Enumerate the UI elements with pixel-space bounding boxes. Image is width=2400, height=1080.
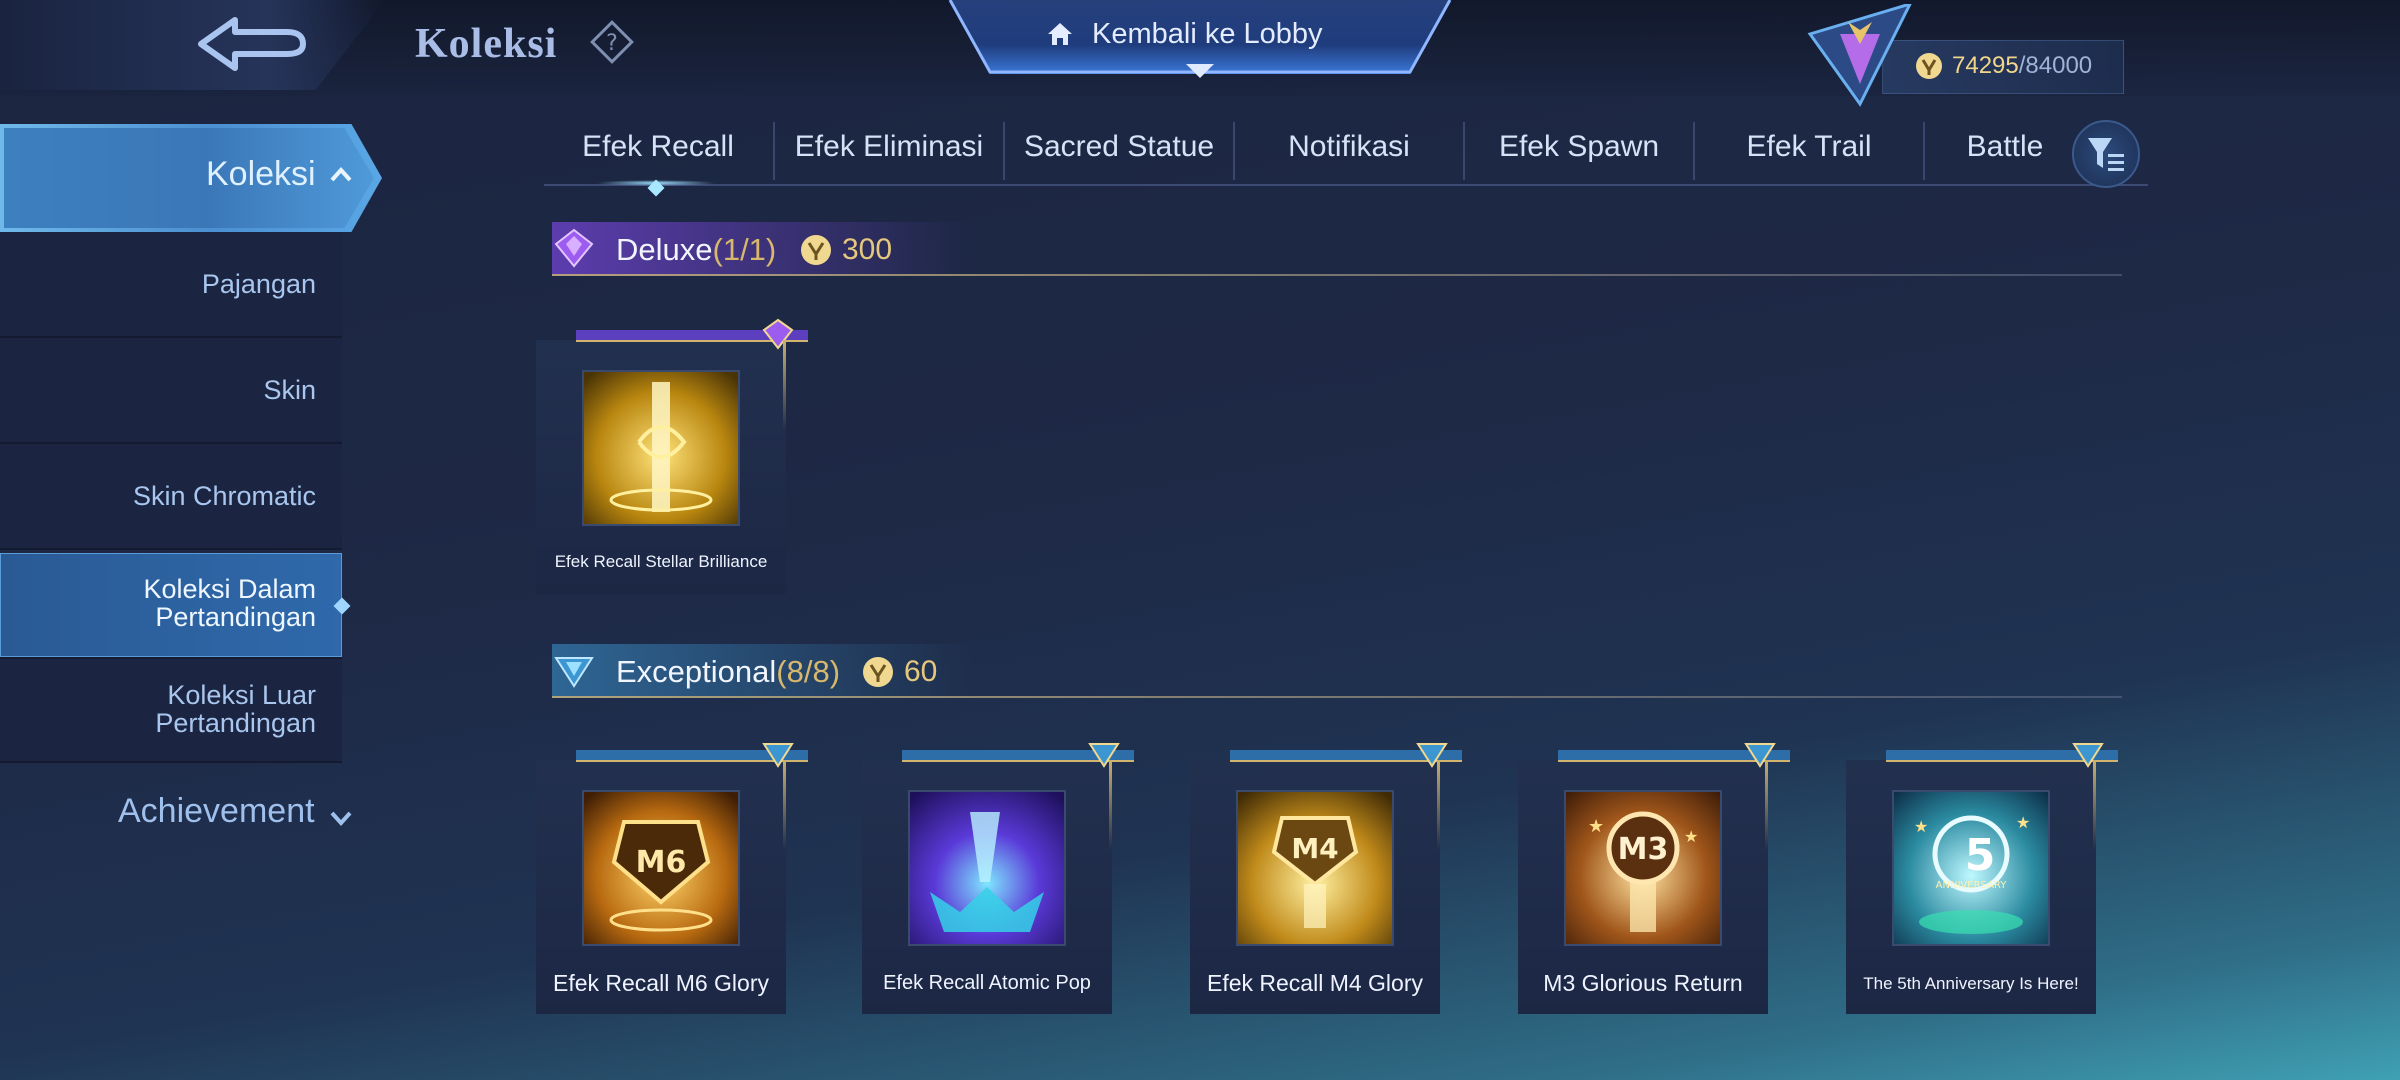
section-header-deluxe: Deluxe(1/1) 300 [552, 222, 2122, 276]
card-edge [1765, 760, 1768, 850]
item-thumbnail: 5 ANNIVERSARY ★ ★ [1892, 790, 2050, 946]
tab-battle[interactable]: Battle [1925, 118, 2085, 186]
sidebar-item-skin[interactable]: Skin [0, 338, 342, 444]
section-title: Exceptional(8/8) [616, 654, 841, 689]
tab-sacred-statue[interactable]: Sacred Statue [1005, 118, 1233, 186]
exceptional-gem-icon [1088, 743, 1120, 768]
collection-card[interactable]: 5 ANNIVERSARY ★ ★ The 5th Anniversary Is… [1846, 743, 2118, 1014]
exceptional-gem-icon [554, 657, 594, 688]
item-name: Efek Recall Atomic Pop [883, 972, 1091, 994]
rank-emblem-icon[interactable] [1800, 1, 1920, 108]
sidebar-koleksi-label: Koleksi [206, 155, 316, 193]
sidebar-item-koleksi-luar-pertandingan[interactable]: Koleksi Luar Pertandingan [0, 659, 342, 763]
card-edge [1109, 760, 1112, 850]
item-name: M3 Glorious Return [1543, 970, 1743, 996]
tab-efek-recall[interactable]: Efek Recall [544, 118, 772, 186]
section-cost: 300 [842, 233, 893, 266]
exceptional-gem-icon [2072, 743, 2104, 768]
sidebar-item-skin-chromatic[interactable]: Skin Chromatic [0, 444, 342, 550]
card-edge [783, 340, 786, 430]
item-thumbnail [908, 790, 1066, 946]
sidebar-item-pajangan[interactable]: Pajangan [0, 232, 342, 338]
sidebar-item-label: Koleksi Dalam Pertandingan [143, 574, 316, 632]
svg-text:ANNIVERSARY: ANNIVERSARY [1936, 880, 2008, 891]
deluxe-gem-icon [762, 318, 794, 350]
battle-point-icon [1915, 52, 1943, 80]
chevron-down-icon [330, 811, 352, 826]
exceptional-gem-icon [762, 743, 794, 768]
item-name: Efek Recall M4 Glory [1206, 970, 1423, 996]
tab-efek-eliminasi[interactable]: Efek Eliminasi [775, 118, 1003, 186]
section-divider [552, 274, 2122, 276]
svg-text:?: ? [606, 31, 618, 56]
sidebar-koleksi-header-inner [4, 128, 374, 228]
section-header-exceptional: Exceptional(8/8) 60 [552, 644, 2122, 698]
item-name: Efek Recall M6 Glory [552, 970, 769, 996]
svg-text:★: ★ [1914, 817, 1928, 836]
section-divider [552, 696, 2122, 698]
sidebar-item-label: Skin [263, 375, 316, 405]
help-icon[interactable]: ? [590, 20, 634, 64]
item-thumbnail [582, 370, 740, 526]
filter-button[interactable] [2072, 120, 2140, 188]
tab-efek-spawn[interactable]: Efek Spawn [1465, 118, 1693, 186]
svg-text:★: ★ [1588, 816, 1604, 837]
svg-text:M3: M3 [1618, 832, 1669, 867]
battle-point-icon [801, 235, 831, 265]
home-icon [1046, 20, 1074, 48]
card-edge [1437, 760, 1440, 850]
card-edge [2093, 760, 2096, 850]
section-title: Deluxe(1/1) [616, 232, 777, 267]
sidebar-item-label: Skin Chromatic [132, 481, 316, 511]
battle-point-icon [863, 657, 893, 687]
sidebar-item-label: Pajangan [201, 269, 316, 299]
tab-notifikasi[interactable]: Notifikasi [1235, 118, 1463, 186]
svg-text:M4: M4 [1291, 832, 1338, 865]
sidebar-item-koleksi-dalam-pertandingan[interactable]: Koleksi Dalam Pertandingan [0, 553, 342, 659]
page-title: Koleksi [415, 21, 558, 67]
chevron-up-icon [330, 167, 352, 182]
svg-text:★: ★ [2016, 813, 2030, 832]
back-button[interactable] [195, 14, 313, 78]
exceptional-gem-icon [1744, 743, 1776, 768]
sidebar-achievement[interactable]: Achievement [118, 792, 315, 831]
filter-icon [2088, 138, 2124, 171]
svg-text:M6: M6 [636, 845, 687, 880]
card-edge [783, 760, 786, 850]
collection-card[interactable]: Efek Recall Stellar Brilliance [536, 318, 808, 594]
tab-efek-trail[interactable]: Efek Trail [1695, 118, 1923, 186]
category-tabs: Efek Recall Efek Eliminasi Sacred Statue… [544, 118, 2148, 197]
battle-point-value: 74295/84000 [1952, 52, 2093, 79]
exceptional-gem-icon [1416, 743, 1448, 768]
collection-card[interactable]: M6 Efek Recall M6 Glory [536, 743, 808, 1014]
item-name: The 5th Anniversary Is Here! [1863, 974, 2079, 993]
lobby-button-label: Kembali ke Lobby [1092, 18, 1323, 50]
tabs-underline [544, 184, 2148, 186]
collection-card[interactable]: M3 ★ ★ M3 Glorious Return [1518, 743, 1790, 1014]
deluxe-gem-icon [554, 228, 594, 268]
item-thumbnail: M4 [1236, 790, 1394, 946]
svg-text:★: ★ [1684, 827, 1698, 846]
back-arrow-icon [198, 17, 306, 71]
section-cost: 60 [904, 655, 938, 688]
sidebar-item-label: Koleksi Luar Pertandingan [155, 680, 316, 738]
item-name: Efek Recall Stellar Brilliance [554, 552, 768, 571]
item-thumbnail: M6 [582, 790, 740, 946]
collection-card[interactable]: Efek Recall Atomic Pop [862, 743, 1134, 1014]
svg-text:5: 5 [1965, 830, 1996, 881]
item-thumbnail: M3 ★ ★ [1564, 790, 1722, 946]
collection-card[interactable]: M4 Efek Recall M4 Glory [1190, 743, 1462, 1014]
